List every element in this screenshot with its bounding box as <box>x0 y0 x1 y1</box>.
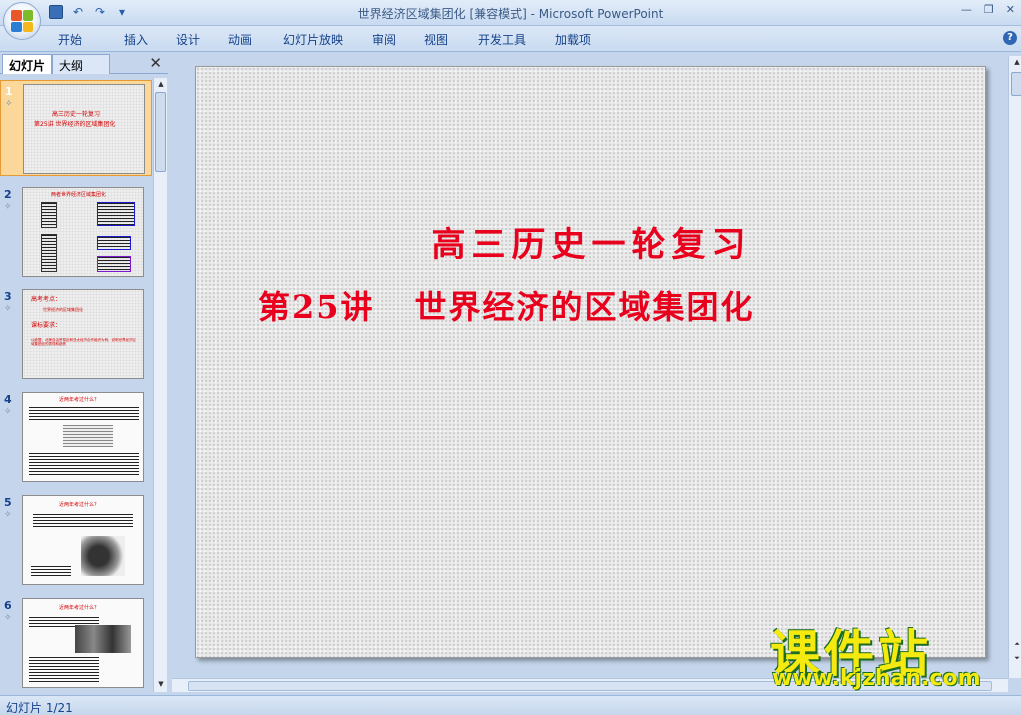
thumbnails-scrollbar[interactable]: ▲ ▼ <box>153 78 167 692</box>
thumb-title: 近两年考过什么？ <box>59 397 100 403</box>
scrollbar-thumb[interactable] <box>1011 72 1021 96</box>
animation-star-icon: ✧ <box>4 304 12 314</box>
thumbnail-preview: 两者世界经济区域集团化 <box>22 187 144 277</box>
animation-star-icon: ✧ <box>4 202 12 212</box>
scrollbar-thumb[interactable] <box>155 92 166 172</box>
ribbon-tabs: 开始 插入 设计 动画 幻灯片放映 审阅 视图 开发工具 加载项 <box>58 31 607 48</box>
thumb-diagram <box>41 234 57 272</box>
status-bar: 幻灯片 1/21 <box>0 695 1021 715</box>
thumb-title: 高三历史一轮复习 <box>52 111 101 118</box>
thumbnail-number: 1 <box>5 85 13 98</box>
thumbnail-number: 2 <box>4 188 12 201</box>
tab-home[interactable]: 开始 <box>58 31 124 48</box>
slide-counter: 幻灯片 1/21 <box>6 701 73 715</box>
thumbnail-preview: 高三历史一轮复习 第25讲 世界经济的区域集团化 <box>23 84 145 174</box>
thumbnail-6[interactable]: 6 ✧ 近两年考过什么？ <box>0 595 152 691</box>
office-logo-icon <box>11 10 33 32</box>
animation-star-icon: ✧ <box>4 510 12 520</box>
thumbnail-1[interactable]: 1 ✧ 高三历史一轮复习 第25讲 世界经济的区域集团化 <box>0 80 152 176</box>
panel-tabs: 大纲 幻灯片 ✕ <box>0 52 168 74</box>
thumbnail-2[interactable]: 2 ✧ 两者世界经济区域集团化 <box>0 184 152 280</box>
kjzhan-watermark: 课件站 www.kjzhan.com <box>770 614 1005 694</box>
animation-star-icon: ✧ <box>4 613 12 623</box>
thumb-chart-image <box>63 425 113 447</box>
thumb-diagram <box>97 236 131 250</box>
ribbon: 开始 插入 设计 动画 幻灯片放映 审阅 视图 开发工具 加载项 ? <box>0 26 1021 52</box>
thumb-diagram <box>97 202 135 226</box>
thumb-text-block <box>29 657 99 683</box>
thumb-text: 课标要求： <box>31 322 62 329</box>
tab-design[interactable]: 设计 <box>176 31 228 48</box>
minimize-icon[interactable]: — <box>961 3 972 16</box>
thumbnail-number: 6 <box>4 599 12 612</box>
thumbnail-number: 4 <box>4 393 12 406</box>
restore-icon[interactable]: ❐ <box>984 3 994 16</box>
thumb-map-image <box>81 536 125 576</box>
current-slide[interactable]: 高三历史一轮复习 第25讲 世界经济的区域集团化 <box>195 66 986 658</box>
tab-developer[interactable]: 开发工具 <box>478 31 555 48</box>
thumb-title: 近两年考过什么？ <box>59 605 100 611</box>
thumbnail-preview: 近两年考过什么？ <box>22 392 144 482</box>
scroll-down-icon[interactable]: ▼ <box>154 678 168 691</box>
thumb-text: 世界经济的区域集团化 <box>43 307 83 312</box>
editor-vertical-scrollbar[interactable]: ▲ ⏶ ⏷ <box>1008 56 1021 678</box>
slide-editor: 高三历史一轮复习 第25讲 世界经济的区域集团化 <box>172 56 1008 678</box>
slide-thumbnails: 1 ✧ 高三历史一轮复习 第25讲 世界经济的区域集团化 2 ✧ 两者世界经济区… <box>0 78 152 692</box>
tab-addins[interactable]: 加载项 <box>555 31 607 48</box>
tab-review[interactable]: 审阅 <box>372 31 424 48</box>
animation-star-icon: ✧ <box>5 99 13 109</box>
thumbnail-preview: 近两年考过什么？ <box>22 598 144 688</box>
title-bar: ↶ ↷ ▾ 世界经济区域集团化 [兼容模式] - Microsoft Power… <box>0 0 1021 26</box>
window-title: 世界经济区域集团化 [兼容模式] - Microsoft PowerPoint <box>357 7 664 21</box>
thumb-diagram <box>97 256 131 272</box>
lecture-topic: 世界经济的区域集团化 <box>414 288 755 326</box>
thumb-text-block <box>33 514 133 528</box>
close-icon[interactable]: ✕ <box>1006 3 1015 16</box>
thumb-text: 以欧盟、北美自由贸易区和亚太经济合作组织为例，说明世界经济区域集团化的表现和趋势 <box>31 338 136 347</box>
tab-insert[interactable]: 插入 <box>124 31 176 48</box>
tab-slides[interactable]: 幻灯片 <box>2 54 52 74</box>
slides-panel: 大纲 幻灯片 ✕ 1 ✧ 高三历史一轮复习 第25讲 世界经济的区域集团化 2 … <box>0 52 168 695</box>
thumb-photo-image <box>75 625 131 653</box>
thumb-title: 近两年考过什么？ <box>59 502 100 508</box>
thumb-text-block <box>31 566 71 576</box>
thumb-text: 高考考点： <box>31 296 62 303</box>
tab-animations[interactable]: 动画 <box>228 31 283 48</box>
tab-slideshow[interactable]: 幻灯片放映 <box>283 31 372 48</box>
thumb-title: 两者世界经济区域集团化 <box>51 192 107 198</box>
thumb-subtitle: 第25讲 世界经济的区域集团化 <box>34 121 116 128</box>
office-button[interactable] <box>3 2 41 40</box>
prev-slide-icon[interactable]: ⏶ <box>1010 638 1021 651</box>
slide-subtitle[interactable]: 第25讲 世界经济的区域集团化 <box>258 282 755 328</box>
thumbnail-3[interactable]: 3 ✧ 高考考点： 世界经济的区域集团化 课标要求： 以欧盟、北美自由贸易区和亚… <box>0 286 152 382</box>
lecture-number: 第25讲 <box>258 288 375 326</box>
thumbnail-preview: 高考考点： 世界经济的区域集团化 课标要求： 以欧盟、北美自由贸易区和亚太经济合… <box>22 289 144 379</box>
next-slide-icon[interactable]: ⏷ <box>1010 652 1021 665</box>
watermark-url: www.kjzhan.com <box>772 666 981 691</box>
slide-title[interactable]: 高三历史一轮复习 <box>196 217 987 266</box>
thumb-diagram <box>41 202 57 228</box>
window-controls: — ❐ ✕ <box>961 3 1015 16</box>
scroll-up-icon[interactable]: ▲ <box>1010 56 1021 69</box>
thumbnail-number: 5 <box>4 496 12 509</box>
thumbnail-5[interactable]: 5 ✧ 近两年考过什么？ <box>0 492 152 588</box>
tab-view[interactable]: 视图 <box>424 31 478 48</box>
thumbnail-number: 3 <box>4 290 12 303</box>
scroll-up-icon[interactable]: ▲ <box>154 78 168 91</box>
help-icon[interactable]: ? <box>1003 31 1017 45</box>
animation-star-icon: ✧ <box>4 407 12 417</box>
tab-outline[interactable]: 大纲 <box>52 54 110 74</box>
thumb-text-block <box>29 453 139 477</box>
thumb-text-block <box>29 407 139 421</box>
close-panel-icon[interactable]: ✕ <box>149 54 162 72</box>
thumbnail-preview: 近两年考过什么？ <box>22 495 144 585</box>
thumbnail-4[interactable]: 4 ✧ 近两年考过什么？ <box>0 389 152 485</box>
